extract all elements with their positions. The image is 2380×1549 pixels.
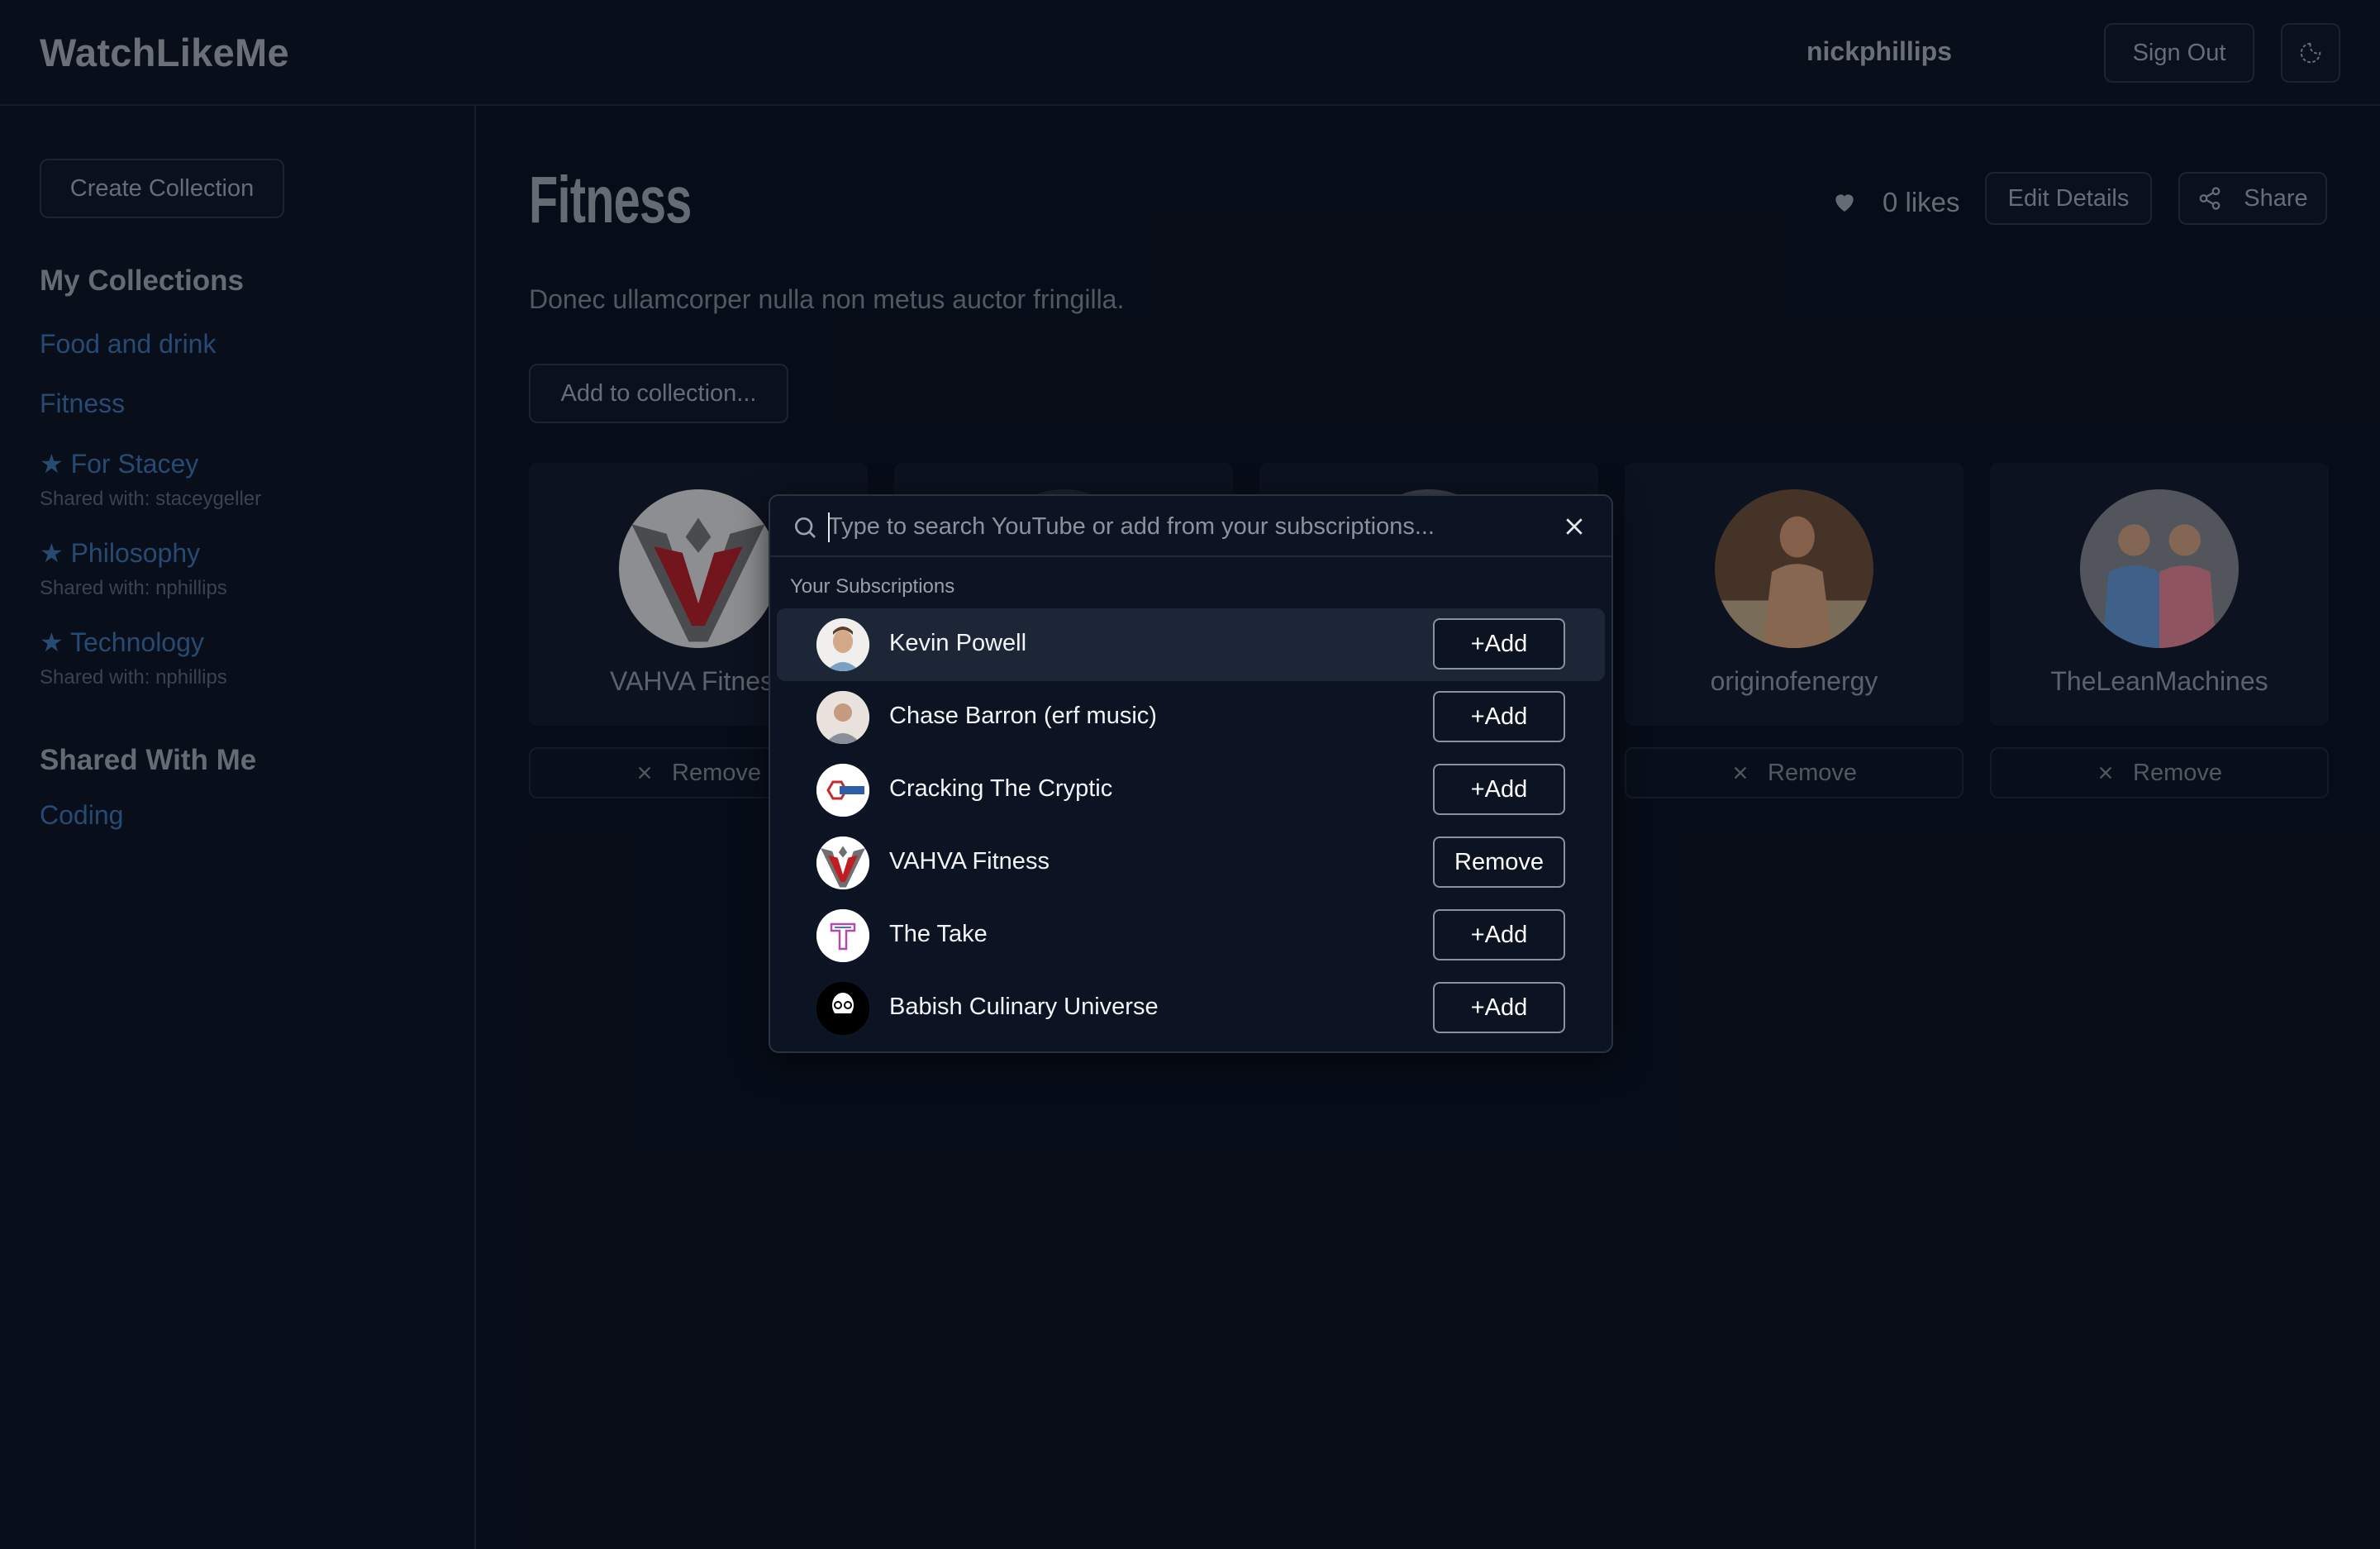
channel-card[interactable]: originofenergy <box>1625 463 1963 726</box>
sidebar-item-for-stacey[interactable]: ★ For Stacey <box>40 448 198 479</box>
share-button[interactable]: Share <box>2178 172 2327 225</box>
subscriptions-heading: Your Subscriptions <box>790 575 955 598</box>
top-header: WatchLikeMe nickphillips Sign Out <box>0 0 2380 106</box>
channel-name: TheLeanMachines <box>2050 666 2268 696</box>
search-input[interactable] <box>828 506 1539 547</box>
share-icon <box>2199 187 2221 210</box>
sidebar-item-fitness[interactable]: Fitness <box>40 388 125 419</box>
heart-icon[interactable] <box>1831 188 1858 215</box>
subscription-name: Babish Culinary Universe <box>889 994 1159 1020</box>
sidebar-item-technology[interactable]: ★ Technology <box>40 627 204 658</box>
likes-count: 0 likes <box>1883 187 1960 217</box>
remove-subscription-button[interactable]: Remove <box>1433 836 1565 888</box>
create-collection-button[interactable]: Create Collection <box>40 159 284 218</box>
subscription-name: Chase Barron (erf music) <box>889 703 1157 729</box>
page-title: Fitness <box>529 163 692 236</box>
close-icon <box>638 766 651 779</box>
subscription-name: Kevin Powell <box>889 630 1027 656</box>
sidebar-item-label: Philosophy <box>70 538 201 568</box>
text-caret <box>828 512 830 542</box>
edit-details-button[interactable]: Edit Details <box>1985 172 2152 225</box>
theme-toggle-button[interactable] <box>2281 23 2340 83</box>
remove-channel-button[interactable]: Remove <box>1625 747 1963 798</box>
subscription-item[interactable]: Cracking The Cryptic +Add <box>777 754 1605 827</box>
sidebar-item-philosophy[interactable]: ★ Philosophy <box>40 537 200 569</box>
sign-out-button[interactable]: Sign Out <box>2104 23 2254 83</box>
avatar <box>816 618 869 671</box>
shared-with-me-heading: Shared With Me <box>40 744 257 776</box>
collection-description: Donec ullamcorper nulla non metus auctor… <box>529 284 1125 314</box>
add-to-collection-button[interactable]: Add to collection... <box>529 364 788 423</box>
star-icon: ★ <box>40 538 64 568</box>
shared-with-label: Shared with: nphillips <box>40 577 227 599</box>
shared-with-label: Shared with: staceygeller <box>40 488 262 510</box>
channel-avatar <box>2080 489 2239 648</box>
add-subscription-button[interactable]: +Add <box>1433 764 1565 815</box>
subscription-item[interactable]: VAHVA Fitness Remove <box>777 827 1605 899</box>
remove-label: Remove <box>2133 759 2222 786</box>
star-icon: ★ <box>40 627 64 657</box>
add-subscription-button[interactable]: +Add <box>1433 691 1565 742</box>
share-label: Share <box>2244 184 2308 212</box>
subscription-item[interactable]: Kevin Powell +Add <box>777 608 1605 681</box>
add-subscription-button[interactable]: +Add <box>1433 909 1565 960</box>
star-icon: ★ <box>40 449 64 479</box>
add-channel-popup: Your Subscriptions Kevin Powell +Add Cha… <box>769 494 1613 1053</box>
shared-with-label: Shared with: nphillips <box>40 666 227 689</box>
username-label: nickphillips <box>1806 36 1952 66</box>
avatar <box>816 982 869 1035</box>
avatar <box>816 691 869 744</box>
sidebar-item-label: For Stacey <box>70 449 199 479</box>
sidebar-item-food-and-drink[interactable]: Food and drink <box>40 329 216 360</box>
search-bar <box>770 496 1611 557</box>
channel-avatar <box>619 489 778 648</box>
close-icon <box>1734 766 1747 779</box>
sidebar-item-label: Technology <box>70 627 204 657</box>
sidebar: Create Collection My Collections Food an… <box>0 106 476 1549</box>
subscription-item[interactable]: The Take +Add <box>777 899 1605 972</box>
add-subscription-button[interactable]: +Add <box>1433 982 1565 1033</box>
my-collections-heading: My Collections <box>40 265 244 297</box>
channel-name: originofenergy <box>1710 666 1878 696</box>
remove-channel-button[interactable]: Remove <box>1990 747 2329 798</box>
add-subscription-button[interactable]: +Add <box>1433 618 1565 670</box>
remove-label: Remove <box>1768 759 1857 786</box>
subscription-item[interactable]: Babish Culinary Universe +Add <box>777 972 1605 1045</box>
subscription-name: The Take <box>889 921 988 947</box>
subscription-item[interactable]: Chase Barron (erf music) +Add <box>777 681 1605 754</box>
remove-label: Remove <box>672 759 761 786</box>
avatar <box>816 836 869 889</box>
channel-card[interactable]: TheLeanMachines <box>1990 463 2329 726</box>
subscription-name: VAHVA Fitness <box>889 848 1050 875</box>
subscription-name: Cracking The Cryptic <box>889 775 1113 802</box>
search-icon <box>795 517 816 538</box>
close-icon <box>2099 766 2112 779</box>
sidebar-item-coding[interactable]: Coding <box>40 800 123 831</box>
brand-logo[interactable]: WatchLikeMe <box>40 30 289 75</box>
avatar <box>816 909 869 962</box>
channel-avatar <box>1715 489 1873 648</box>
avatar <box>816 764 869 817</box>
moon-icon <box>2300 42 2321 64</box>
close-icon[interactable] <box>1562 514 1587 539</box>
